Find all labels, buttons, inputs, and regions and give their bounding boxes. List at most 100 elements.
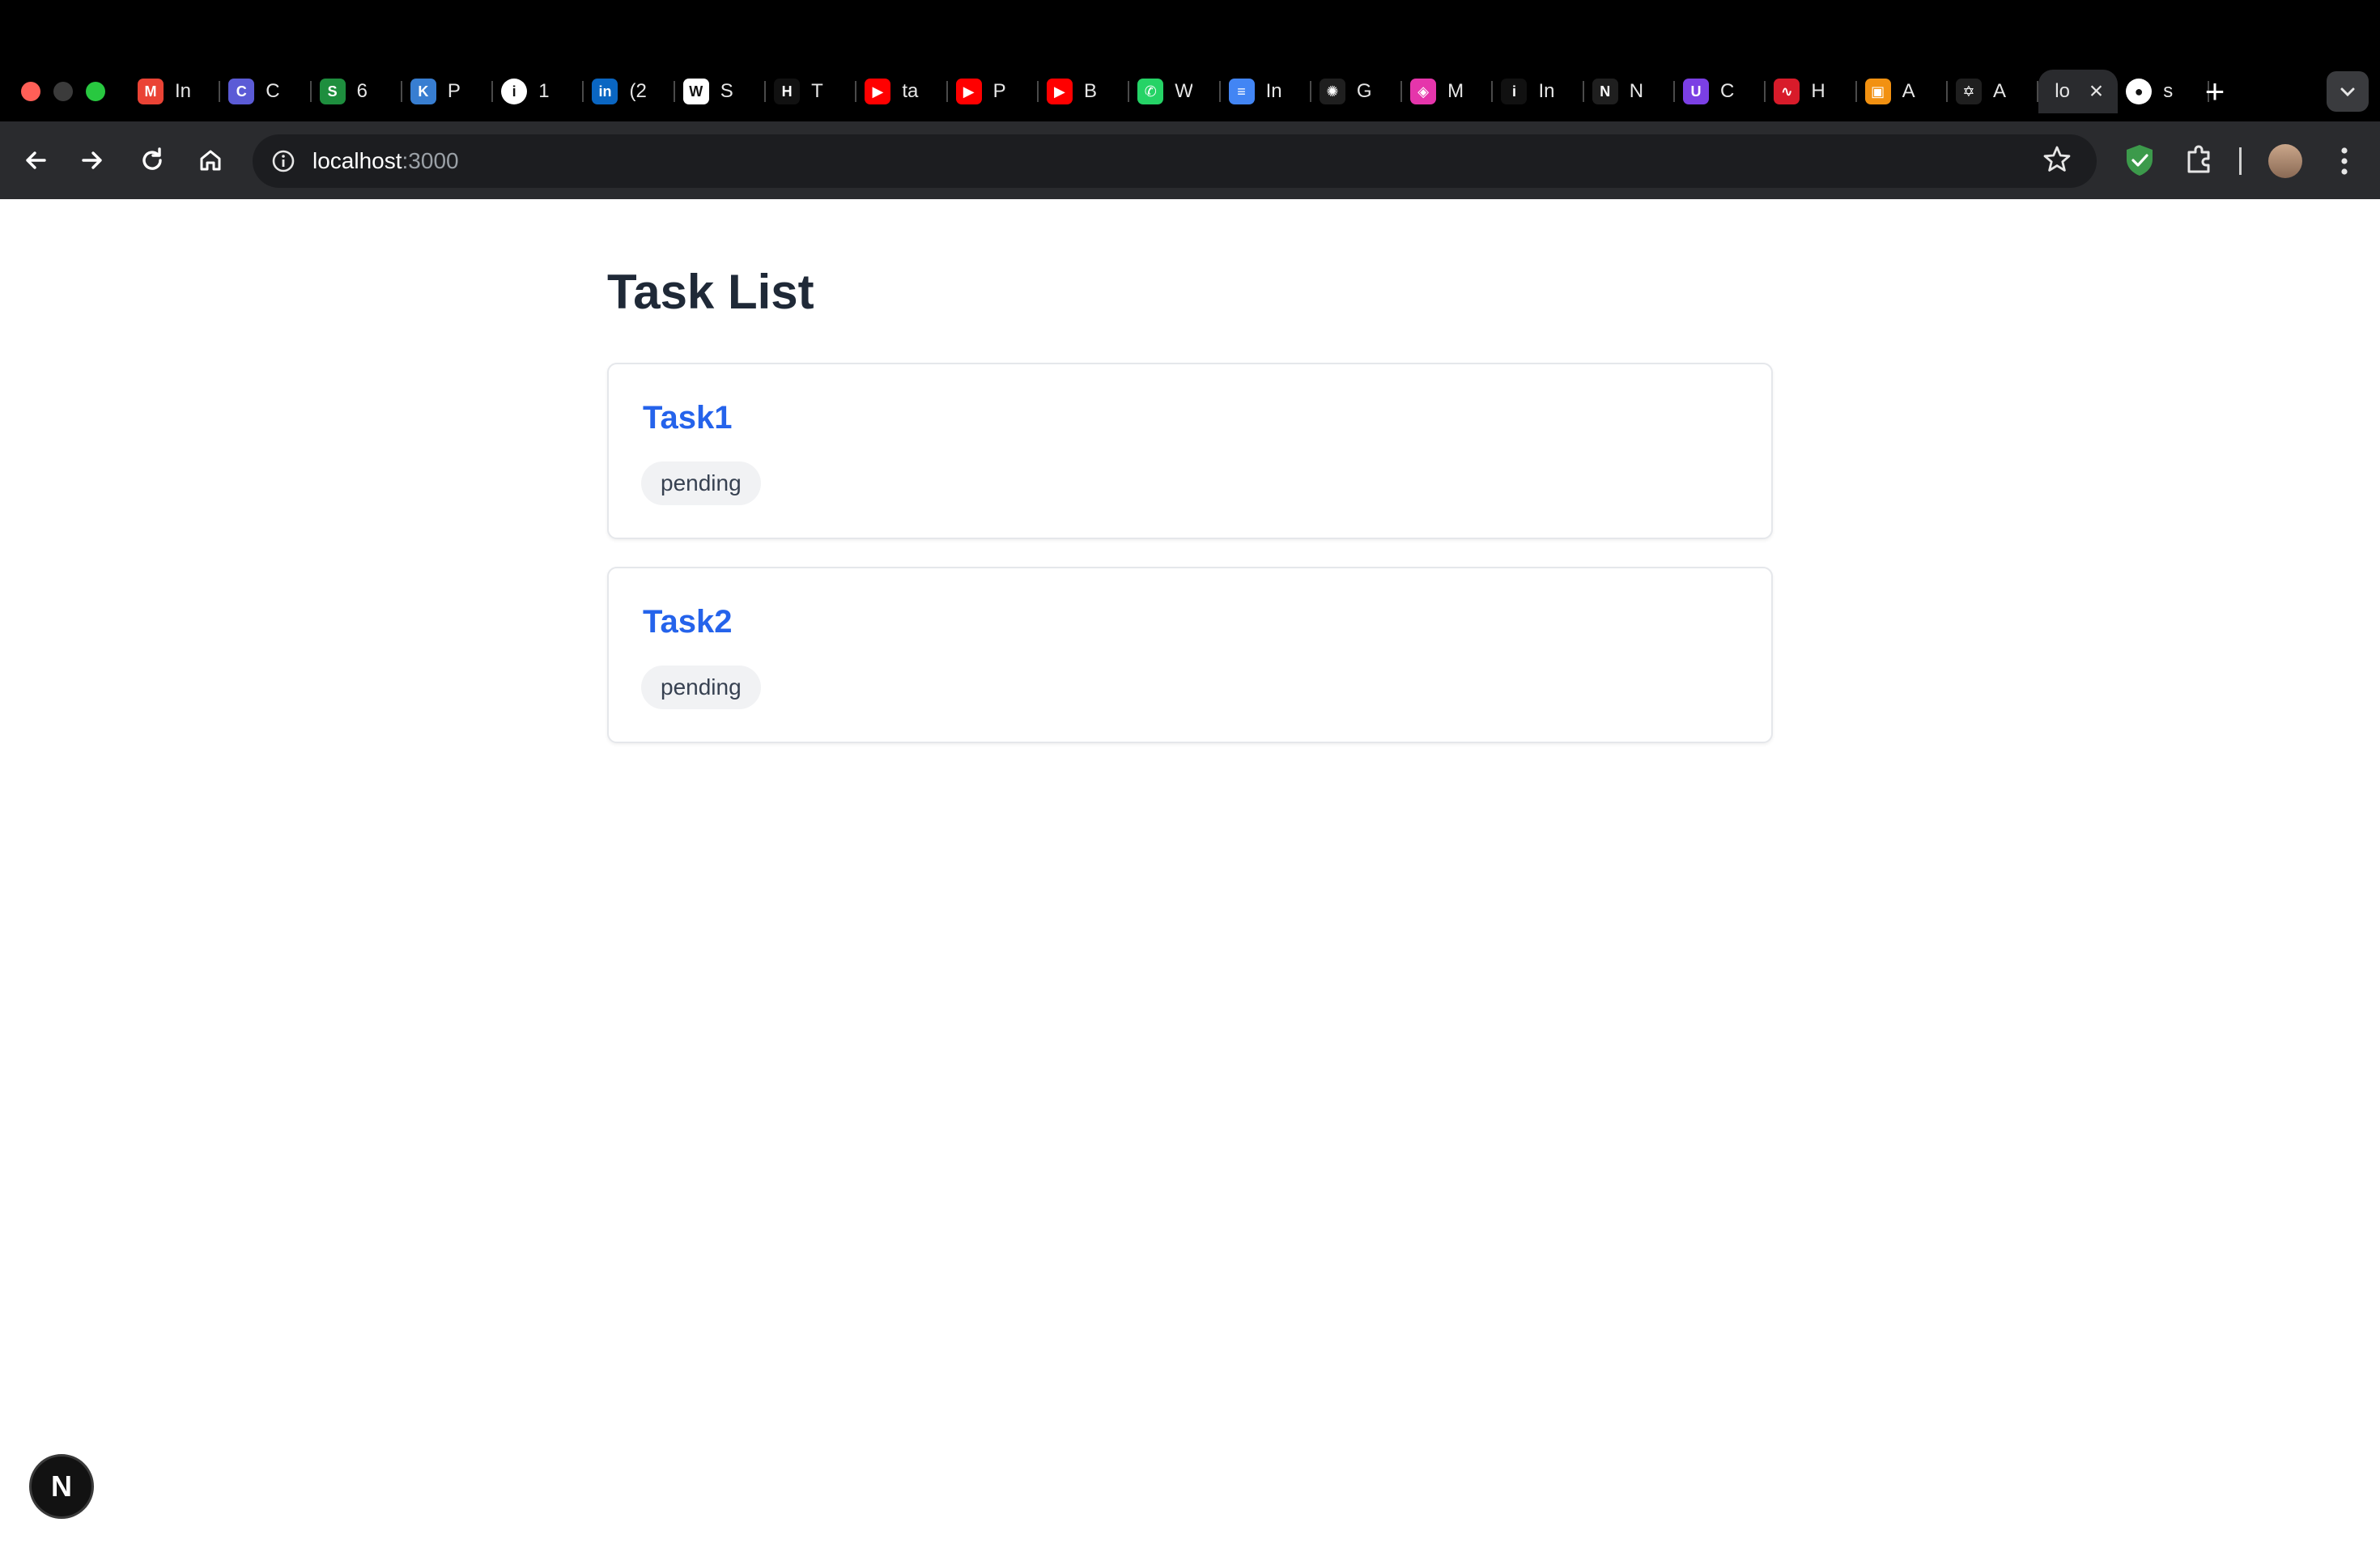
reload-button[interactable] bbox=[134, 142, 170, 178]
browser-tab[interactable]: ◈ M bbox=[1402, 70, 1494, 113]
tab-title: 6 bbox=[356, 80, 368, 102]
tab-title: T bbox=[811, 80, 823, 102]
atom-icon: ✡ bbox=[1955, 79, 1982, 104]
kite-icon: K bbox=[410, 79, 436, 104]
url-port: :3000 bbox=[402, 148, 459, 173]
indeed-icon: i bbox=[1501, 79, 1528, 104]
github-icon: ● bbox=[2126, 79, 2153, 104]
tab-title: 1 bbox=[538, 80, 550, 102]
browser-tab[interactable]: ∿ H bbox=[1766, 70, 1857, 113]
tab-title: W bbox=[1175, 80, 1193, 102]
minimize-window-button[interactable] bbox=[53, 82, 73, 101]
browser-tab[interactable]: WS bbox=[675, 70, 767, 113]
browser-tab[interactable]: ≡ In bbox=[1221, 70, 1312, 113]
tab-title: P bbox=[992, 80, 1006, 102]
browser-tab[interactable]: NN bbox=[1584, 70, 1676, 113]
hn-icon: H bbox=[774, 79, 801, 104]
more-menu-icon[interactable] bbox=[2330, 144, 2359, 178]
tab-title: C bbox=[1720, 80, 1735, 102]
browser-tab[interactable]: HT bbox=[766, 70, 857, 113]
arrow-right-icon bbox=[82, 151, 102, 169]
new-tab-button[interactable]: + bbox=[2199, 74, 2231, 108]
tab-title: S bbox=[720, 80, 733, 102]
browser-tab[interactable]: M In bbox=[130, 70, 221, 113]
tab-title: H bbox=[1811, 80, 1825, 102]
task-card[interactable]: Task1 pending bbox=[607, 363, 1773, 539]
tab-title: G bbox=[1356, 80, 1372, 102]
wiki-icon: W bbox=[682, 79, 709, 104]
youtube-icon: ▶ bbox=[865, 79, 891, 104]
browser-tab[interactable]: ▣ A bbox=[1857, 70, 1949, 113]
graphql-icon: ◈ bbox=[1410, 79, 1437, 104]
tab-title: In bbox=[1538, 80, 1555, 102]
browser-tab[interactable]: ✆ W bbox=[1129, 70, 1221, 113]
status-badge: pending bbox=[641, 666, 761, 709]
profile-avatar[interactable] bbox=[2268, 144, 2302, 178]
browser-tab[interactable]: S6 bbox=[312, 70, 403, 113]
browser-tab[interactable]: lo × bbox=[2038, 70, 2119, 113]
nextjs-devtools-button[interactable]: N bbox=[29, 1454, 94, 1519]
docs-icon: ≡ bbox=[1228, 79, 1255, 104]
page-content: Task List Task1 pending Task2 pending bbox=[0, 199, 2380, 1548]
box-icon: ▣ bbox=[1864, 79, 1891, 104]
tab-title: A bbox=[1902, 80, 1915, 102]
page-title: Task List bbox=[607, 265, 814, 319]
browser-tab[interactable]: in (2 bbox=[584, 70, 676, 113]
site-info-icon[interactable] bbox=[267, 145, 300, 177]
tab-title: ta bbox=[902, 80, 919, 102]
browser-tab[interactable]: UC bbox=[1675, 70, 1766, 113]
browser-tab[interactable]: ▶ P bbox=[948, 70, 1039, 113]
url-host: localhost bbox=[312, 148, 402, 173]
task-title[interactable]: Task2 bbox=[643, 604, 732, 640]
task-title[interactable]: Task1 bbox=[643, 400, 732, 436]
tab-title: M bbox=[1447, 80, 1464, 102]
browser-tab[interactable]: ✺ G bbox=[1311, 70, 1403, 113]
tab-title: s bbox=[2163, 80, 2174, 102]
youtube-icon: ▶ bbox=[1046, 79, 1073, 104]
browser-tab[interactable]: ▶ B bbox=[1039, 70, 1130, 113]
tab-title: C bbox=[266, 80, 280, 102]
browser-tab[interactable]: ▶ ta bbox=[856, 70, 948, 113]
tab-search-button[interactable] bbox=[2327, 71, 2369, 112]
whatsapp-icon: ✆ bbox=[1137, 79, 1164, 104]
extensions-puzzle-icon[interactable] bbox=[2182, 142, 2216, 181]
tab-title: In bbox=[1265, 80, 1282, 102]
address-bar[interactable]: localhost:3000 bbox=[253, 134, 2097, 188]
reload-icon bbox=[142, 147, 162, 170]
openai-icon: ✺ bbox=[1319, 79, 1345, 104]
home-icon bbox=[200, 150, 221, 171]
home-button[interactable] bbox=[193, 142, 228, 178]
sheets-icon: S bbox=[319, 79, 346, 104]
tab-title: In bbox=[175, 80, 192, 102]
shield-extension-icon[interactable] bbox=[2123, 142, 2157, 182]
browser-tab[interactable]: CC bbox=[220, 70, 312, 113]
browser-tab[interactable]: i In bbox=[1493, 70, 1585, 113]
task-card[interactable]: Task2 pending bbox=[607, 567, 1773, 743]
url-text: localhost:3000 bbox=[312, 148, 459, 174]
tab-title: N bbox=[1629, 80, 1644, 102]
tab-title: P bbox=[447, 80, 461, 102]
tab-title: (2 bbox=[629, 80, 647, 102]
browser-tab[interactable]: ✡ A bbox=[1948, 70, 2039, 113]
browser-tab[interactable]: KP bbox=[402, 70, 494, 113]
tab-title: lo bbox=[2055, 80, 2070, 102]
forward-button[interactable] bbox=[74, 142, 110, 178]
browser-tab[interactable]: i1 bbox=[493, 70, 584, 113]
claude-icon: C bbox=[228, 79, 255, 104]
bookmark-star-icon[interactable] bbox=[2042, 144, 2072, 179]
status-badge: pending bbox=[641, 461, 761, 505]
uphold-icon: U bbox=[1683, 79, 1710, 104]
back-button[interactable] bbox=[18, 142, 53, 178]
arrow-left-icon bbox=[26, 151, 46, 169]
info-icon: i bbox=[501, 79, 528, 104]
pulse-icon: ∿ bbox=[1774, 79, 1800, 104]
browser-tab[interactable]: ● s bbox=[2118, 70, 2209, 113]
tab-title: B bbox=[1083, 80, 1097, 102]
maximize-window-button[interactable] bbox=[86, 82, 105, 101]
nestjs-icon: N bbox=[1592, 79, 1618, 104]
tab-strip: M In C C S 6 K Pi 1 in (2 W S H T ▶ ta ▶ P ▶ B ✆ W ≡ In ✺ G ◈ Mi In N N… bbox=[0, 0, 2380, 121]
chevron-down-icon bbox=[2340, 87, 2355, 97]
close-window-button[interactable] bbox=[21, 82, 40, 101]
gmail-icon: M bbox=[138, 79, 164, 104]
close-tab-icon[interactable]: × bbox=[2089, 79, 2104, 104]
